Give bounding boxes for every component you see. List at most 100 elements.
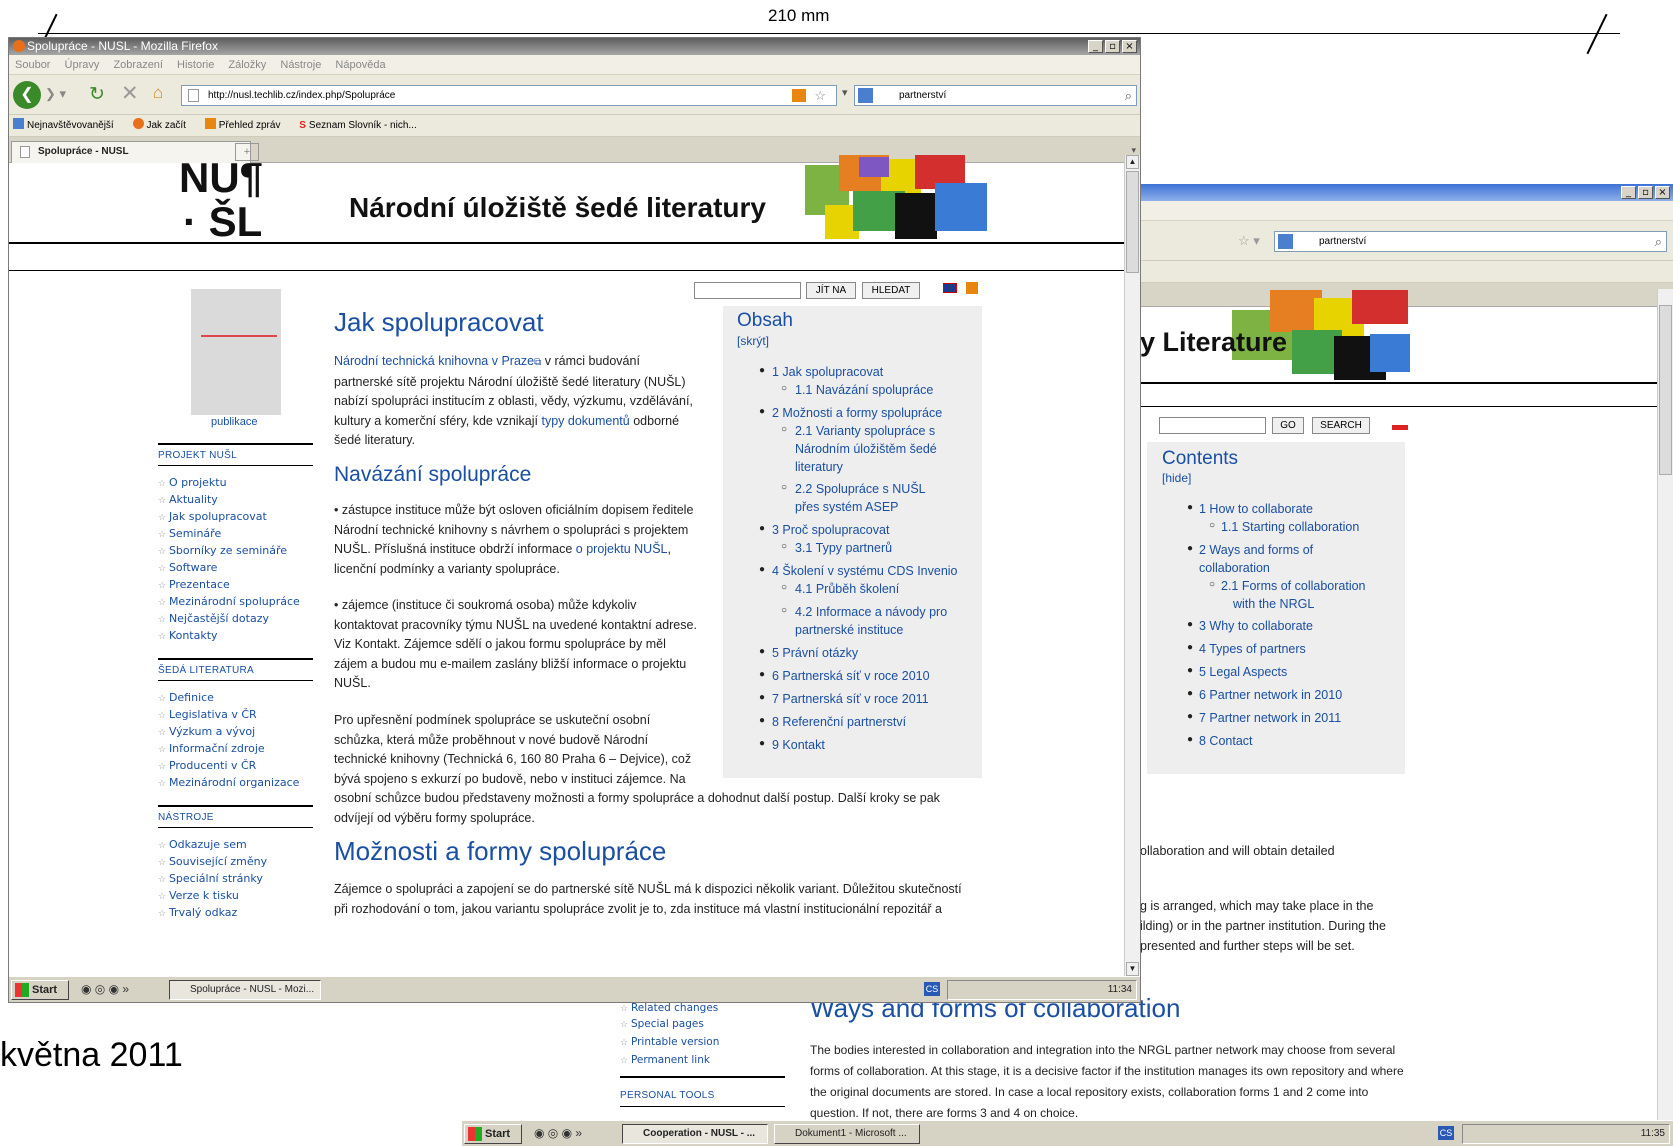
sidebar-link[interactable]: Jak spolupracovat <box>158 508 313 525</box>
menu-file[interactable]: Soubor <box>15 59 50 71</box>
toc-item[interactable]: 2 Možnosti a formy spolupráce <box>772 404 942 422</box>
toc2-item-cont[interactable]: with the NRGL <box>1233 595 1314 613</box>
sidebar-link[interactable]: Speciální stránky <box>158 870 313 887</box>
sidebar-link[interactable]: Výzkum a vývoj <box>158 723 313 740</box>
language-indicator[interactable]: CS <box>924 982 940 996</box>
bookmark-most-visited[interactable]: Nejnavštěvovanější <box>13 118 122 131</box>
back-icon[interactable]: ❮ <box>13 81 41 109</box>
toc2-item[interactable]: 7 Partner network in 2011 <box>1199 709 1341 727</box>
toc-item-cont[interactable]: literatury <box>795 458 843 476</box>
toc-item[interactable]: 3.1 Typy partnerů <box>795 539 892 557</box>
toc-item[interactable]: 9 Kontakt <box>772 736 825 754</box>
url-dropdown-icon[interactable]: ▾ <box>842 86 848 99</box>
scroll-down-arrow-icon[interactable]: ▼ <box>1126 962 1139 976</box>
toc-item[interactable]: 2.2 Spolupráce s NUŠL <box>795 480 926 498</box>
document-types-link[interactable]: typy dokumentů <box>541 414 629 428</box>
toc-hide-link[interactable]: [hide] <box>1162 471 1191 485</box>
toc-item[interactable]: 5 Právní otázky <box>772 644 858 662</box>
toc2-item[interactable]: 6 Partner network in 2010 <box>1199 686 1342 704</box>
quicklaunch-icons[interactable]: ◉ ◎ ◉ » <box>81 982 129 996</box>
sidebar-link[interactable]: Special pages <box>620 1016 704 1033</box>
sidebar-link[interactable]: Prezentace <box>158 576 313 593</box>
star-icon[interactable]: ☆ <box>814 86 826 105</box>
star-icon[interactable]: ☆ ▾ <box>1238 233 1260 249</box>
toc2-item[interactable]: 8 Contact <box>1199 732 1253 750</box>
publication-link[interactable]: publikace <box>211 416 257 428</box>
toc-item-cont[interactable]: přes systém ASEP <box>795 498 899 516</box>
sidebar-link[interactable]: Informační zdroje <box>158 740 313 757</box>
sidebar-link[interactable]: Legislativa v ČR <box>158 706 313 723</box>
sidebar-link[interactable]: Mezinárodní organizace <box>158 774 313 791</box>
search-button[interactable]: HLEDAT <box>862 282 920 299</box>
toc-item[interactable]: 1 Jak spolupracovat <box>772 363 883 381</box>
scrollbar-thumb[interactable] <box>1126 171 1139 273</box>
sidebar-link[interactable]: Printable version <box>620 1034 719 1051</box>
toc-item[interactable]: 6 Partnerská síť v roce 2010 <box>772 667 930 685</box>
maximize-button[interactable]: ▫ <box>1638 186 1653 199</box>
toc-item[interactable]: 1.1 Navázání spolupráce <box>795 381 933 399</box>
publication-cover-image[interactable] <box>191 289 281 415</box>
sidebar-link[interactable]: Permanent link <box>620 1052 710 1069</box>
toc2-item[interactable]: 2 Ways and forms of <box>1199 541 1313 559</box>
toc-hide-link[interactable]: [skrýt] <box>737 334 769 348</box>
menu-bookmarks[interactable]: Záložky <box>228 59 266 71</box>
menu-history[interactable]: Historie <box>177 59 214 71</box>
minimize-button[interactable]: _ <box>1088 40 1103 53</box>
sidebar-link[interactable]: Odkazuje sem <box>158 836 313 853</box>
sidebar-link[interactable]: Související změny <box>158 853 313 870</box>
toc2-item[interactable]: 1.1 Starting collaboration <box>1221 518 1359 536</box>
background-scrollbar[interactable] <box>1657 289 1673 1125</box>
search-field[interactable]: partnerství ⌕ <box>854 85 1137 106</box>
sidebar-link[interactable]: Aktuality <box>158 491 313 508</box>
toc-item[interactable]: 8 Referenční partnerství <box>772 713 906 731</box>
start-button[interactable]: Start <box>464 1124 522 1144</box>
menu-edit[interactable]: Úpravy <box>65 59 100 71</box>
sidebar-link[interactable]: Nejčastější dotazy <box>158 610 313 627</box>
toc2-item[interactable]: 3 Why to collaborate <box>1199 617 1313 635</box>
menu-tools[interactable]: Nástroje <box>280 59 321 71</box>
bookmark-seznam[interactable]: S Seznam Slovník - nich... <box>299 120 425 131</box>
magnifier-icon[interactable]: ⌕ <box>1655 232 1662 251</box>
taskbar-item-spoluprace[interactable]: Spolupráce - NUSL - Mozi... <box>169 980 321 1000</box>
toc2-item[interactable]: 2.1 Forms of collaboration <box>1221 577 1366 595</box>
magnifier-icon[interactable]: ⌕ <box>1125 86 1132 105</box>
sidebar-link[interactable]: Mezinárodní spolupráce <box>158 593 313 610</box>
menu-view[interactable]: Zobrazení <box>113 59 163 71</box>
reload-icon[interactable]: ↻ <box>89 83 105 106</box>
sidebar-link[interactable]: Sborníky ze semináře <box>158 542 313 559</box>
main-window-titlebar[interactable]: Spolupráce - NUSL - Mozilla Firefox _ ▫ … <box>9 38 1140 55</box>
start-button[interactable]: Start <box>11 980 69 1000</box>
toc-item[interactable]: 7 Partnerská síť v roce 2011 <box>772 690 929 708</box>
bookmark-getting-started[interactable]: Jak začít <box>132 118 194 131</box>
background-search-input[interactable] <box>1159 417 1266 434</box>
toc-item-cont[interactable]: Národním úložištěm šedé <box>795 440 937 458</box>
go-button[interactable]: GO <box>1272 417 1304 434</box>
sidebar-link[interactable]: Definice <box>158 689 313 706</box>
menu-help[interactable]: Nápověda <box>335 59 385 71</box>
home-icon[interactable]: ⌂ <box>153 83 163 103</box>
maximize-button[interactable]: ▫ <box>1105 40 1120 53</box>
uk-flag-icon[interactable] <box>943 283 957 293</box>
sidebar-link[interactable]: Semináře <box>158 525 313 542</box>
close-button[interactable]: × <box>1122 40 1137 53</box>
sidebar-link[interactable]: Trvalý odkaz <box>158 904 313 921</box>
bookmark-news[interactable]: Přehled zpráv <box>204 118 289 131</box>
language-indicator[interactable]: CS <box>1438 1126 1454 1140</box>
scroll-up-arrow-icon[interactable]: ▲ <box>1126 155 1139 169</box>
background-window-titlebar[interactable]: _ ▫ × <box>1140 184 1673 201</box>
about-project-link[interactable]: o projektu NUŠL <box>576 542 668 556</box>
stop-icon[interactable]: ✕ <box>121 81 139 106</box>
sidebar-link[interactable]: Software <box>158 559 313 576</box>
toc-item[interactable]: 4.2 Informace a návody pro <box>795 603 947 621</box>
taskbar-item-word[interactable]: Dokument1 - Microsoft ... <box>774 1124 920 1144</box>
toc-item[interactable]: 4 Školení v systému CDS Invenio <box>772 562 958 580</box>
toc2-item-cont[interactable]: collaboration <box>1199 559 1270 577</box>
close-button[interactable]: × <box>1655 186 1670 199</box>
background-search-field[interactable]: partnerství ⌕ <box>1274 231 1667 252</box>
sidebar-link[interactable]: Verze k tisku <box>158 887 313 904</box>
rss-icon[interactable] <box>966 282 978 294</box>
quicklaunch-icons[interactable]: ◉ ◎ ◉ » <box>534 1126 582 1140</box>
rss-icon[interactable] <box>792 89 806 102</box>
ntk-link[interactable]: Národní technická knihovna v Praze <box>334 354 534 368</box>
url-bar[interactable]: http://nusl.techlib.cz/index.php/Spolupr… <box>181 85 837 106</box>
